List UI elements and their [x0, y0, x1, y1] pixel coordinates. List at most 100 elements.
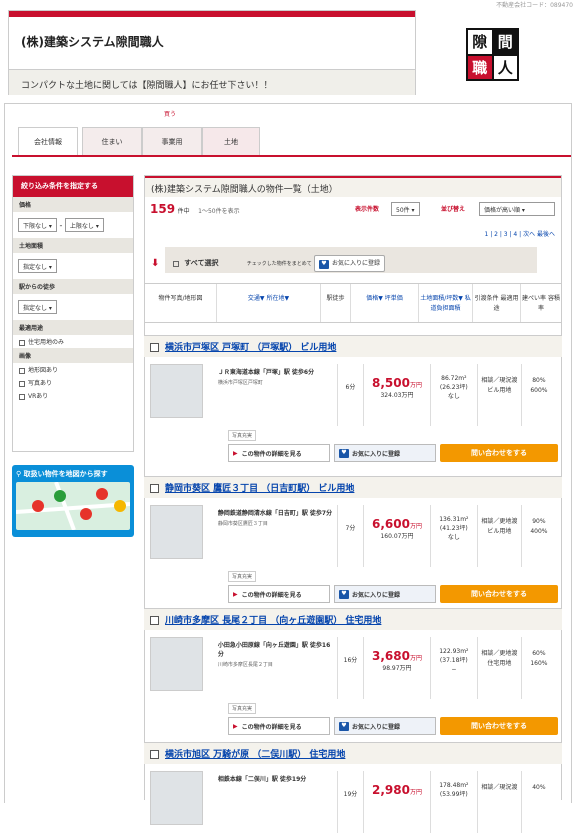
address-text: 川崎市多摩区長尾２丁目 [217, 662, 273, 668]
price-unit: 万円 [409, 789, 422, 796]
header-access[interactable]: 交通▼ 所在地▼ [217, 284, 321, 322]
building-coverage: 90% [532, 518, 546, 525]
action-buttons: ▶ この物件の詳細を見る ♥ お気に入りに登録 問い合わせをする [228, 585, 558, 603]
property-item: 静岡市葵区 鷹匠３丁目 （日吉町駅） ビル用地静岡鉄道静岡清水線「日吉町」駅 徒… [144, 476, 562, 606]
area-select[interactable]: 指定なし [18, 259, 57, 273]
property-title-link[interactable]: 横浜市戸塚区 戸塚町 （戸塚駅） ビル用地 [165, 343, 336, 353]
map-search-button[interactable]: ⚲ 取扱い物件を地図から探す [12, 465, 134, 537]
pagination[interactable]: 1 | 2 | 3 | 4 | 次へ 最後へ [484, 229, 555, 238]
property-title-bar: 横浜市戸塚区 戸塚町 （戸塚駅） ビル用地 [144, 336, 562, 357]
property-photo[interactable] [150, 364, 203, 418]
walk-time: 6分 [338, 364, 365, 426]
tab-underline [12, 155, 571, 157]
tsubo-price: 160.07万円 [380, 533, 414, 540]
tsubo-price: 324.03万円 [380, 392, 414, 399]
header-price[interactable]: 価格▼ 坪単価 [351, 284, 419, 322]
header-area[interactable]: 土地面積/坪数▼ 私道負担面積 [419, 284, 473, 322]
property-photo[interactable] [150, 505, 203, 559]
select-all-bar: すべて選択 チェックした物件をまとめて ♥ お気に入りに登録 [165, 247, 537, 273]
detail-button[interactable]: ▶ この物件の詳細を見る [228, 717, 330, 735]
use-checkbox[interactable]: 住宅用地のみ [13, 335, 133, 348]
tab-residence[interactable]: 住まい [82, 127, 142, 155]
detail-label: この物件の詳細を見る [241, 450, 302, 458]
image-checkbox-vr[interactable]: VRあり [13, 389, 133, 402]
price-cell: 2,980万円 [364, 771, 431, 833]
property-row: 相鉄本線「二俣川」駅 徒歩19分 19分 2,980万円 178.48m² (53.99… [150, 771, 556, 833]
station-text: 静岡鉄道静岡清水線「日吉町」駅 徒歩7分 [217, 510, 333, 517]
image-label: 画像 [13, 348, 133, 363]
price-cell: 3,680万円 98.97万円 [364, 637, 431, 699]
private-road: なし [447, 534, 460, 541]
heart-icon: ♥ [339, 721, 349, 731]
price-min-select[interactable]: 下限なし [18, 218, 57, 232]
bulk-favorite-button[interactable]: ♥ お気に入りに登録 [313, 255, 385, 272]
price-value: 8,500 [371, 376, 410, 390]
header-condition: 引渡条件 最適用途 [473, 284, 521, 322]
inquiry-button[interactable]: 問い合わせをする [440, 585, 558, 603]
property-photo[interactable] [150, 637, 203, 691]
filter-sidebar: 絞り込み条件を指定する 価格 下限なし - 上限なし 土地面積 指定なし 駅から… [12, 175, 134, 452]
select-note: チェックした物件をまとめて [246, 261, 312, 267]
station-text: 相鉄本線「二俣川」駅 徒歩19分 [217, 776, 307, 783]
price-label: 価格 [13, 197, 133, 212]
walk-select[interactable]: 指定なし [18, 300, 57, 314]
image-checkbox-photo[interactable]: 写真あり [13, 376, 133, 389]
image-checkbox-map[interactable]: 地形図あり [13, 363, 133, 376]
property-checkbox[interactable] [150, 750, 159, 759]
station-cell: 小田急小田原線「向ヶ丘遊園」駅 徒歩16分 川崎市多摩区長尾２丁目 [215, 637, 338, 699]
action-buttons: ▶ この物件の詳細を見る ♥ お気に入りに登録 問い合わせをする [228, 717, 558, 735]
price-max-select[interactable]: 上限なし [64, 218, 104, 232]
list-title: (株)建築システム隙間職人の物件一覧（土地） [145, 176, 561, 197]
delivery-condition: 相談／現況渡 [481, 784, 518, 791]
header-walk: 駅徒歩 [321, 284, 351, 322]
favorite-button[interactable]: ♥ お気に入りに登録 [334, 444, 436, 462]
ratio-cell: 40% [522, 771, 556, 833]
property-title-link[interactable]: 静岡市葵区 鷹匠３丁目 （日吉町駅） ビル用地 [165, 484, 354, 494]
arrow-right-icon: ▶ [233, 722, 238, 730]
area-cell: 86.72m² (26.23坪) なし [431, 364, 479, 426]
property-photo[interactable] [150, 771, 203, 825]
logo-char: 間 [497, 33, 513, 52]
condition-cell: 相談／更地渡 住宅用地 [478, 637, 522, 699]
tab-land[interactable]: 土地 [202, 127, 260, 155]
property-title-bar: 静岡市葵区 鷹匠３丁目 （日吉町駅） ビル用地 [144, 477, 562, 498]
header-photo[interactable]: 物件写真/地形図 [145, 284, 217, 322]
tab-company-info[interactable]: 会社情報 [18, 127, 78, 155]
sort-select[interactable]: 価格が高い順 [479, 202, 555, 216]
building-coverage: 80% [532, 377, 546, 384]
detail-label: この物件の詳細を見る [241, 723, 302, 731]
price-cell: 8,500万円 324.03万円 [364, 364, 431, 426]
fav-label: お気に入りに登録 [352, 723, 401, 731]
heart-icon: ♥ [318, 260, 329, 269]
image-option-label: VRあり [28, 393, 49, 400]
detail-button[interactable]: ▶ この物件の詳細を見る [228, 585, 330, 603]
walk-time: 16分 [338, 637, 365, 699]
property-checkbox[interactable] [150, 484, 159, 493]
detail-button[interactable]: ▶ この物件の詳細を見る [228, 444, 330, 462]
property-title-bar: 川崎市多摩区 長尾２丁目 （向ヶ丘遊園駅） 住宅用地 [144, 609, 562, 630]
property-checkbox[interactable] [150, 343, 159, 352]
heart-icon: ♥ [339, 448, 349, 458]
area-label: 土地面積 [13, 238, 133, 253]
ratio-cell: 90% 400% [522, 505, 556, 567]
inquiry-button[interactable]: 問い合わせをする [440, 717, 558, 735]
slogan: コンパクトな土地に関しては【隙間職人】にお任せ下さい！！ [9, 69, 415, 95]
photo-badge: 写真充実 [228, 430, 257, 441]
tsubo-area: (41.23坪) [439, 525, 468, 532]
delivery-condition: 相談／更地渡 [481, 650, 518, 657]
property-checkbox[interactable] [150, 616, 159, 625]
total-count: 159 [150, 202, 176, 216]
per-page-select[interactable]: 50件 [391, 202, 420, 216]
property-title-link[interactable]: 川崎市多摩区 長尾２丁目 （向ヶ丘遊園駅） 住宅用地 [165, 616, 381, 626]
tab-business[interactable]: 事業用 [142, 127, 202, 155]
tsubo-price: 98.97万円 [382, 665, 412, 672]
favorite-button[interactable]: ♥ お気に入りに登録 [334, 717, 436, 735]
inquiry-button[interactable]: 問い合わせをする [440, 444, 558, 462]
image-option-label: 写真あり [28, 380, 53, 387]
select-all-checkbox[interactable] [173, 260, 182, 267]
property-item: 横浜市旭区 万騎が原 （二俣川駅） 住宅用地相鉄本線「二俣川」駅 徒歩19分 19… [144, 742, 562, 833]
property-title-link[interactable]: 横浜市旭区 万騎が原 （二俣川駅） 住宅用地 [165, 750, 345, 760]
address-text: 横浜市戸塚区戸塚町 [217, 380, 263, 386]
property-title-bar: 横浜市旭区 万騎が原 （二俣川駅） 住宅用地 [144, 743, 562, 764]
favorite-button[interactable]: ♥ お気に入りに登録 [334, 585, 436, 603]
